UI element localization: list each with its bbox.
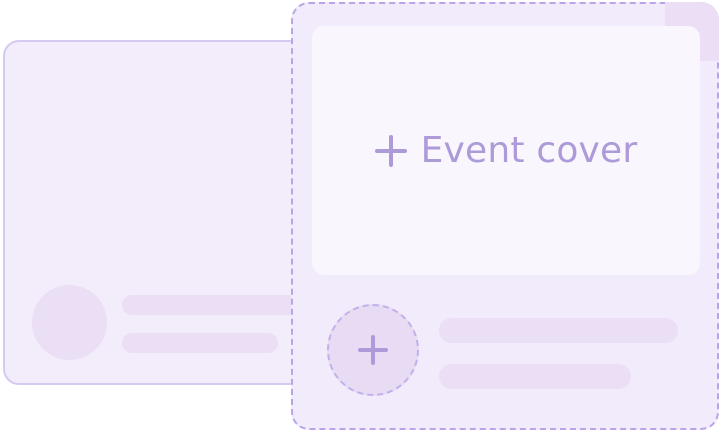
plus-icon <box>358 335 388 365</box>
event-subtitle-placeholder <box>439 364 631 389</box>
event-card-upload-illustration: Event cover <box>0 0 720 431</box>
event-title-placeholder <box>439 318 678 343</box>
background-subtitle-placeholder <box>122 333 278 353</box>
plus-icon <box>374 134 407 167</box>
add-event-cover-button[interactable]: Event cover <box>312 26 700 275</box>
event-card-editor: Event cover <box>291 2 719 430</box>
event-cover-label: Event cover <box>420 129 638 171</box>
background-avatar-placeholder <box>32 285 107 360</box>
add-avatar-button[interactable] <box>327 304 419 396</box>
